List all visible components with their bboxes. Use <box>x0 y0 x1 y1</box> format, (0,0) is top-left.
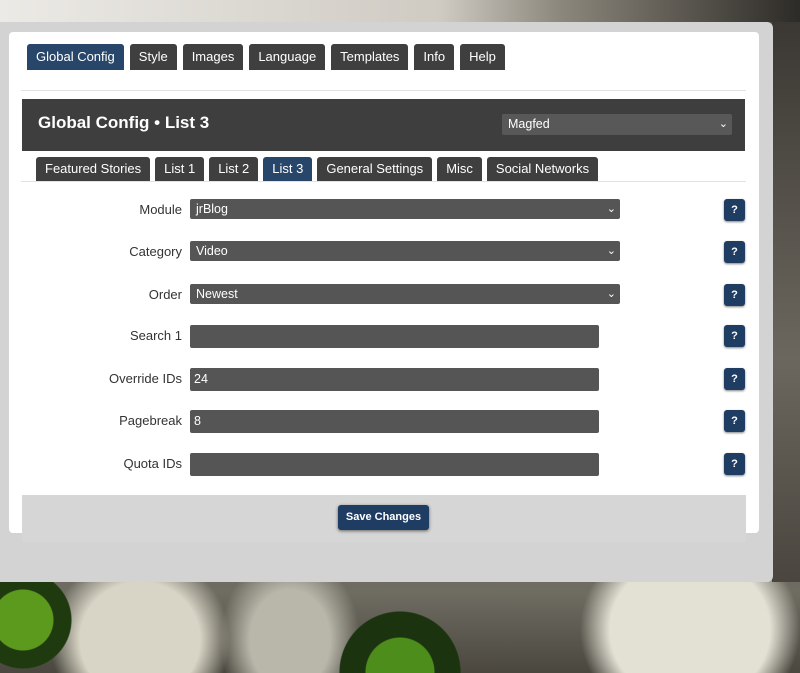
module-help-button[interactable]: ? <box>724 199 745 221</box>
override-ids-input[interactable]: 24 <box>190 368 599 391</box>
tab-divider <box>21 90 746 91</box>
pagebreak-label: Pagebreak <box>119 413 182 428</box>
profile-select[interactable]: Magfed ⌄ <box>502 114 732 135</box>
order-label: Order <box>148 287 182 302</box>
subtab-general-settings[interactable]: General Settings <box>317 157 433 181</box>
pagebreak-input[interactable]: 8 <box>190 410 599 433</box>
module-label: Module <box>139 202 182 217</box>
override-ids-help-button[interactable]: ? <box>724 368 745 390</box>
tab-templates[interactable]: Templates <box>331 44 409 70</box>
order-help-button[interactable]: ? <box>724 284 745 306</box>
chevron-down-icon: ⌄ <box>606 245 616 257</box>
tab-info[interactable]: Info <box>414 44 455 70</box>
chevron-down-icon: ⌄ <box>606 203 616 215</box>
quota-ids-help-button[interactable]: ? <box>724 453 745 475</box>
subtab-divider <box>21 181 746 182</box>
page-title: Global Config • List 3 <box>38 113 210 132</box>
form-row-pagebreak: Pagebreak 8 ? <box>0 410 800 433</box>
quota-ids-label: Quota IDs <box>123 456 182 471</box>
subtab-list-3[interactable]: List 3 <box>263 157 313 181</box>
subtab-featured-stories[interactable]: Featured Stories <box>36 157 151 181</box>
form-row-order: Order Newest ⌄ ? <box>0 284 800 306</box>
order-select[interactable]: Newest ⌄ <box>190 284 620 304</box>
search-1-label: Search 1 <box>129 328 182 343</box>
chevron-down-icon: ⌄ <box>606 288 616 300</box>
search-1-input[interactable] <box>190 325 599 348</box>
save-changes-button[interactable]: Save Changes <box>338 505 429 530</box>
profile-select-value: Magfed <box>508 117 550 131</box>
form-row-category: Category Video ⌄ ? <box>0 241 800 263</box>
override-ids-label: Override IDs <box>109 371 182 386</box>
main-tab-bar: Global Config Style Images Language Temp… <box>27 44 505 70</box>
tab-help[interactable]: Help <box>460 44 505 70</box>
category-label: Category <box>129 244 182 259</box>
subtab-list-1[interactable]: List 1 <box>155 157 205 181</box>
category-select[interactable]: Video ⌄ <box>190 241 620 261</box>
form-row-override-ids: Override IDs 24 ? <box>0 368 800 391</box>
form-row-search-1: Search 1 ? <box>0 325 800 348</box>
order-select-value: Newest <box>196 287 238 301</box>
subtab-misc[interactable]: Misc <box>437 157 482 181</box>
tab-global-config[interactable]: Global Config <box>27 44 124 70</box>
form-row-module: Module jrBlog ⌄ ? <box>0 199 800 221</box>
tab-images[interactable]: Images <box>182 44 244 70</box>
tab-style[interactable]: Style <box>129 44 177 70</box>
category-select-value: Video <box>196 244 228 258</box>
chevron-down-icon: ⌄ <box>718 118 728 130</box>
subtab-list-2[interactable]: List 2 <box>209 157 259 181</box>
module-select[interactable]: jrBlog ⌄ <box>190 199 620 219</box>
page-header: Global Config • List 3 Magfed ⌄ <box>22 99 745 151</box>
search-1-help-button[interactable]: ? <box>724 325 745 347</box>
sub-tab-bar: Featured Stories List 1 List 2 List 3 Ge… <box>36 157 599 181</box>
pagebreak-help-button[interactable]: ? <box>724 410 745 432</box>
quota-ids-input[interactable] <box>190 453 599 476</box>
category-help-button[interactable]: ? <box>724 241 745 263</box>
subtab-social-networks[interactable]: Social Networks <box>486 157 599 181</box>
tab-language[interactable]: Language <box>249 44 326 70</box>
module-select-value: jrBlog <box>196 202 228 216</box>
background-photo-top <box>0 0 800 22</box>
form-row-quota-ids: Quota IDs ? <box>0 453 800 476</box>
